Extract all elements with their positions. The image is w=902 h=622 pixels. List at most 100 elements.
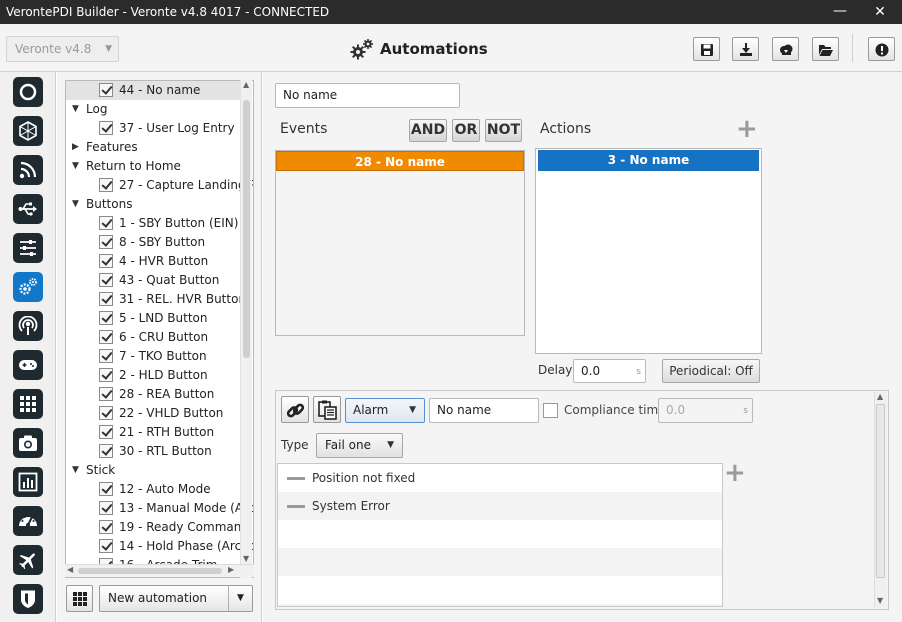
expand-right-icon[interactable]: ▶ [72,138,79,157]
events-list[interactable] [275,150,525,336]
scroll-up-icon[interactable]: ▲ [243,80,249,89]
alarm-row[interactable]: Position not fixed [278,464,722,492]
sidebar-item-power[interactable] [13,77,43,107]
alarm-kind-select[interactable]: Alarm ▼ [345,398,425,423]
sidebar-item-charts[interactable] [13,467,43,497]
tree-scroll-thumb[interactable] [243,100,250,358]
tree-item-checkbox[interactable] [99,292,113,306]
folder-open-icon [819,45,833,56]
sidebar-item-connections[interactable] [13,194,43,224]
alarm-row[interactable] [278,576,722,604]
tree-item-checkbox[interactable] [99,406,113,420]
tree-item-checkbox[interactable] [99,254,113,268]
compliance-time-input[interactable]: 0.0 s [658,398,753,423]
chevron-down-icon[interactable]: ▼ [228,586,252,611]
sidebar-item-broadcast[interactable] [13,311,43,341]
grid-view-button[interactable] [66,585,93,612]
sidebar-item-panels[interactable] [13,389,43,419]
tree-hscroll-thumb[interactable] [78,568,222,574]
grid-icon [20,396,36,412]
new-automation-button[interactable]: New automation ▼ [99,585,253,612]
version-select[interactable]: Veronte v4.8 ▼ [6,36,119,62]
tree-item-checkbox[interactable] [99,520,113,534]
compliance-time-value: 0.0 [666,403,686,417]
sidebar-item-security[interactable] [13,584,43,614]
minimize-icon[interactable]: — [830,0,850,24]
info-icon [875,43,889,57]
tree-item-checkbox[interactable] [99,83,113,97]
scroll-left-icon[interactable]: ◀ [67,565,73,574]
event-item[interactable]: 28 - No name [276,151,524,171]
expand-down-icon[interactable]: ▼ [72,100,79,119]
alarm-panel-scroll-thumb[interactable] [876,404,885,578]
gears-icon [350,38,373,59]
tree-item-checkbox[interactable] [99,349,113,363]
expand-down-icon[interactable]: ▼ [72,195,79,214]
open-folder-button[interactable] [812,37,839,61]
scroll-right-icon[interactable]: ▶ [228,565,234,574]
delay-input[interactable]: 0.0 s [573,359,646,383]
expand-down-icon[interactable]: ▼ [72,461,79,480]
tree-item-checkbox[interactable] [99,482,113,496]
alarm-name-input[interactable]: No name [429,398,539,423]
compliance-time-checkbox[interactable] [543,403,558,418]
sidebar-item-telemetry[interactable] [13,155,43,185]
tree-item-checkbox[interactable] [99,235,113,249]
tree-item-label: 30 - RTL Button [119,444,212,458]
tree-item-label: 22 - VHLD Button [119,406,224,420]
alarm-list[interactable]: Position not fixed System Error [277,463,723,607]
tree-item-checkbox[interactable] [99,178,113,192]
tree-item-checkbox[interactable] [99,425,113,439]
alarm-row[interactable]: System Error [278,492,722,520]
periodical-toggle-button[interactable]: Periodical: Off [662,359,760,383]
tree-item-checkbox[interactable] [99,539,113,553]
remove-icon[interactable] [287,505,305,508]
alarm-row[interactable] [278,520,722,548]
alarm-row[interactable] [278,604,722,606]
sidebar-item-flight[interactable] [13,545,43,575]
tree-item-checkbox[interactable] [99,444,113,458]
tree-item-checkbox[interactable] [99,311,113,325]
sidebar-item-settings[interactable] [13,233,43,263]
tree-item-checkbox[interactable] [99,121,113,135]
scroll-up-icon[interactable]: ▲ [877,392,883,401]
and-button[interactable]: AND [409,119,447,142]
scroll-down-icon[interactable]: ▼ [243,554,249,563]
sidebar-item-joystick[interactable] [13,350,43,380]
hexagon-cube-icon [19,121,37,141]
automation-tree[interactable]: 44 - No name ▼ Log 37 - User Log Entry ▶ Feat… [65,80,254,578]
add-alarm-icon[interactable]: + [724,460,746,486]
sidebar-item-automations[interactable] [13,272,43,302]
save-button[interactable] [693,37,720,61]
cloud-download-button[interactable] [772,37,799,61]
close-icon[interactable]: ✕ [870,0,890,24]
window-title: VerontePDI Builder - Veronte v4.8 4017 -… [6,5,330,19]
type-select[interactable]: Fail one ▼ [316,433,403,458]
remove-icon[interactable] [287,477,305,480]
tree-item-checkbox[interactable] [99,368,113,382]
cloud-download-icon [780,44,793,55]
copy-button[interactable] [313,396,341,423]
tree-item-checkbox[interactable] [99,330,113,344]
download-button[interactable] [732,37,759,61]
or-button[interactable]: OR [452,119,480,142]
expand-down-icon[interactable]: ▼ [72,157,79,176]
tree-item-checkbox[interactable] [99,387,113,401]
automation-name-input[interactable]: No name [275,83,460,108]
action-item[interactable]: 3 - No name [538,150,759,171]
sidebar-item-model[interactable] [13,116,43,146]
alarm-row[interactable] [278,548,722,576]
tree-item-checkbox[interactable] [99,501,113,515]
add-action-icon[interactable]: + [736,116,758,142]
scroll-down-icon[interactable]: ▼ [877,596,883,605]
not-button[interactable]: NOT [485,119,522,142]
link-button[interactable] [281,396,309,423]
tree-item-label: 7 - TKO Button [119,349,207,363]
tree-item-checkbox[interactable] [99,216,113,230]
tree-item-checkbox[interactable] [99,273,113,287]
sidebar-item-camera[interactable] [13,428,43,458]
tree-item[interactable]: 44 - No name [66,81,241,100]
info-button[interactable] [868,37,895,61]
sidebar-item-gauges[interactable] [13,506,43,536]
actions-list[interactable] [535,148,762,354]
